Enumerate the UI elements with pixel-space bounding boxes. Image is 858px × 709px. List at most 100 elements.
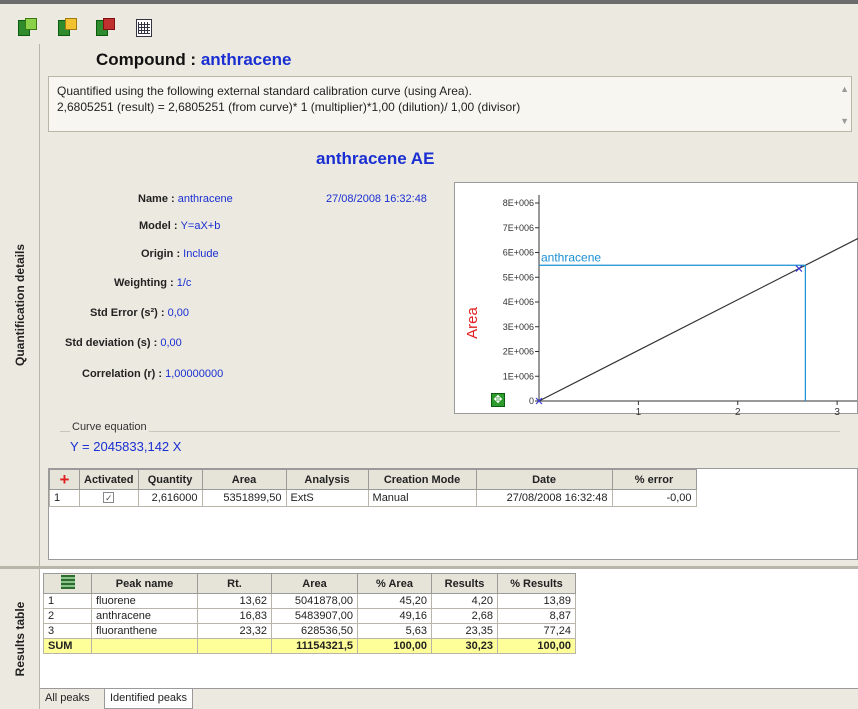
- x-tick-label: 2: [735, 407, 741, 415]
- col-activated[interactable]: Activated: [79, 469, 139, 490]
- scroll-up-icon[interactable]: ▲: [840, 81, 849, 97]
- area-cell[interactable]: 5041878,00: [271, 593, 358, 609]
- x-tick-label: 3: [834, 407, 840, 415]
- col-analysis[interactable]: Analysis: [285, 469, 369, 490]
- col-results[interactable]: Results: [431, 573, 498, 594]
- percent-results-cell[interactable]: 77,24: [497, 623, 576, 639]
- peak-name-cell[interactable]: fluorene: [91, 593, 198, 609]
- area-cell[interactable]: 11154321,5: [271, 638, 358, 654]
- col-percent-area[interactable]: % Area: [357, 573, 432, 594]
- rt-cell[interactable]: [197, 638, 272, 654]
- row-index: 2: [43, 608, 92, 624]
- percent-results-cell[interactable]: 8,87: [497, 608, 576, 624]
- percent-area-cell[interactable]: 49,16: [357, 608, 432, 624]
- table-row[interactable]: 1 fluorene 13,62 5041878,00 45,20 4,20 13,89: [43, 593, 576, 609]
- add-point-button[interactable]: +: [49, 469, 80, 490]
- curve-equation-separator: [60, 431, 840, 432]
- col-error[interactable]: % error: [611, 469, 697, 490]
- table-row[interactable]: SUM 11154321,5 100,00 30,23 100,00: [43, 638, 576, 654]
- expand-chart-icon[interactable]: ✥: [491, 393, 505, 407]
- calibration-chart: 0 1E+006 2E+006 3E+006 4E+006 5E+006 6E+006 7E+…: [454, 182, 858, 415]
- x-tick-label: 1: [636, 407, 642, 415]
- curve-origin: Origin : Include: [141, 248, 219, 260]
- results-cell[interactable]: 2,68: [431, 608, 498, 624]
- quantification-description: Quantified using the following external …: [48, 76, 852, 132]
- table-row[interactable]: 2 anthracene 16,83 5483907,00 49,16 2,68 8,87: [43, 608, 576, 624]
- results-grid-button[interactable]: [43, 573, 92, 594]
- activated-checkbox[interactable]: ✓: [79, 489, 139, 507]
- curve-std-deviation: Std deviation (s) : 0,00: [65, 337, 182, 349]
- y-tick-label: 4E+006: [503, 297, 534, 307]
- date-cell[interactable]: 27/08/2008 16:32:48: [475, 489, 613, 507]
- calibration-chart-svg: 0 1E+006 2E+006 3E+006 4E+006 5E+006 6E+006 7E+…: [464, 195, 858, 415]
- area-cell[interactable]: 5483907,00: [271, 608, 358, 624]
- results-table-label: Results table: [12, 601, 27, 677]
- col-area[interactable]: Area: [201, 469, 287, 490]
- error-cell[interactable]: -0,00: [611, 489, 697, 507]
- tab-identified-peaks[interactable]: Identified peaks: [104, 689, 194, 709]
- scroll-down-icon[interactable]: ▼: [840, 113, 849, 129]
- rt-cell[interactable]: 23,32: [197, 623, 272, 639]
- col-rt[interactable]: Rt.: [197, 573, 272, 594]
- delete-calibration-icon[interactable]: [96, 18, 116, 38]
- results-cell[interactable]: 4,20: [431, 593, 498, 609]
- col-creation-mode[interactable]: Creation Mode: [367, 469, 477, 490]
- tab-all-peaks[interactable]: All peaks: [40, 689, 95, 709]
- edit-calibration-icon[interactable]: [58, 18, 78, 38]
- compound-title: Compound : anthracene: [96, 50, 292, 69]
- peak-name-cell[interactable]: fluoranthene: [91, 623, 198, 639]
- y-tick-label: 0: [529, 396, 534, 406]
- row-index: SUM: [43, 638, 92, 654]
- toolbar: [0, 4, 858, 44]
- area-cell[interactable]: 5351899,50: [201, 489, 287, 507]
- marker-label: anthracene: [541, 250, 601, 264]
- curve-equation-value: Y = 2045833,142 X: [70, 439, 182, 454]
- y-axis-label: Area: [464, 307, 481, 339]
- curve-weighting: Weighting : 1/c: [114, 277, 192, 289]
- peak-name-cell[interactable]: [91, 638, 198, 654]
- results-table: Peak name Rt. Area % Area Results % Resu…: [43, 573, 576, 654]
- curve-correlation: Correlation (r) : 1,00000000: [82, 368, 224, 380]
- y-tick-label: 5E+006: [503, 272, 534, 282]
- curve-name: Name : anthracene: [138, 193, 233, 205]
- peak-name-cell[interactable]: anthracene: [91, 608, 198, 624]
- creation-mode-cell[interactable]: Manual: [367, 489, 477, 507]
- rt-cell[interactable]: 16,83: [197, 608, 272, 624]
- calibration-points-table: + Activated Quantity Area Analysis Creat…: [48, 468, 858, 560]
- row-index: 1: [43, 593, 92, 609]
- quantification-sidebar: Quantification details: [0, 44, 40, 566]
- results-panel: Peak name Rt. Area % Area Results % Resu…: [40, 569, 858, 709]
- percent-area-cell[interactable]: 5,63: [357, 623, 432, 639]
- curve-model: Model : Y=aX+b: [139, 220, 221, 232]
- y-tick-label: 6E+006: [503, 248, 534, 258]
- add-calibration-icon[interactable]: [18, 18, 38, 38]
- col-area[interactable]: Area: [271, 573, 358, 594]
- table-row[interactable]: 1 ✓ 2,616000 5351899,50 ExtS Manual 27/0…: [49, 489, 697, 507]
- quantification-panel: Compound : anthracene Quantified using t…: [40, 44, 858, 564]
- percent-area-cell[interactable]: 45,20: [357, 593, 432, 609]
- plus-icon: +: [59, 469, 70, 489]
- percent-results-cell[interactable]: 13,89: [497, 593, 576, 609]
- percent-results-cell[interactable]: 100,00: [497, 638, 576, 654]
- row-index: 1: [49, 489, 80, 507]
- grid-view-icon[interactable]: [134, 18, 154, 38]
- y-tick-label: 7E+006: [503, 223, 534, 233]
- col-quantity[interactable]: Quantity: [137, 469, 203, 490]
- col-peak-name[interactable]: Peak name: [91, 573, 198, 594]
- curve-std-error: Std Error (s²) : 0,00: [90, 307, 190, 319]
- data-point: [795, 265, 803, 272]
- y-tick-label: 8E+006: [503, 198, 534, 208]
- regression-line: [538, 237, 858, 402]
- curve-date: 27/08/2008 16:32:48: [326, 193, 427, 205]
- col-percent-results[interactable]: % Results: [497, 573, 576, 594]
- percent-area-cell[interactable]: 100,00: [357, 638, 432, 654]
- table-row[interactable]: 3 fluoranthene 23,32 628536,50 5,63 23,35 77,2…: [43, 623, 576, 639]
- results-cell[interactable]: 30,23: [431, 638, 498, 654]
- results-cell[interactable]: 23,35: [431, 623, 498, 639]
- area-cell[interactable]: 628536,50: [271, 623, 358, 639]
- y-tick-label: 2E+006: [503, 347, 534, 357]
- col-date[interactable]: Date: [475, 469, 613, 490]
- rt-cell[interactable]: 13,62: [197, 593, 272, 609]
- analysis-cell[interactable]: ExtS: [285, 489, 369, 507]
- quantity-cell[interactable]: 2,616000: [137, 489, 203, 507]
